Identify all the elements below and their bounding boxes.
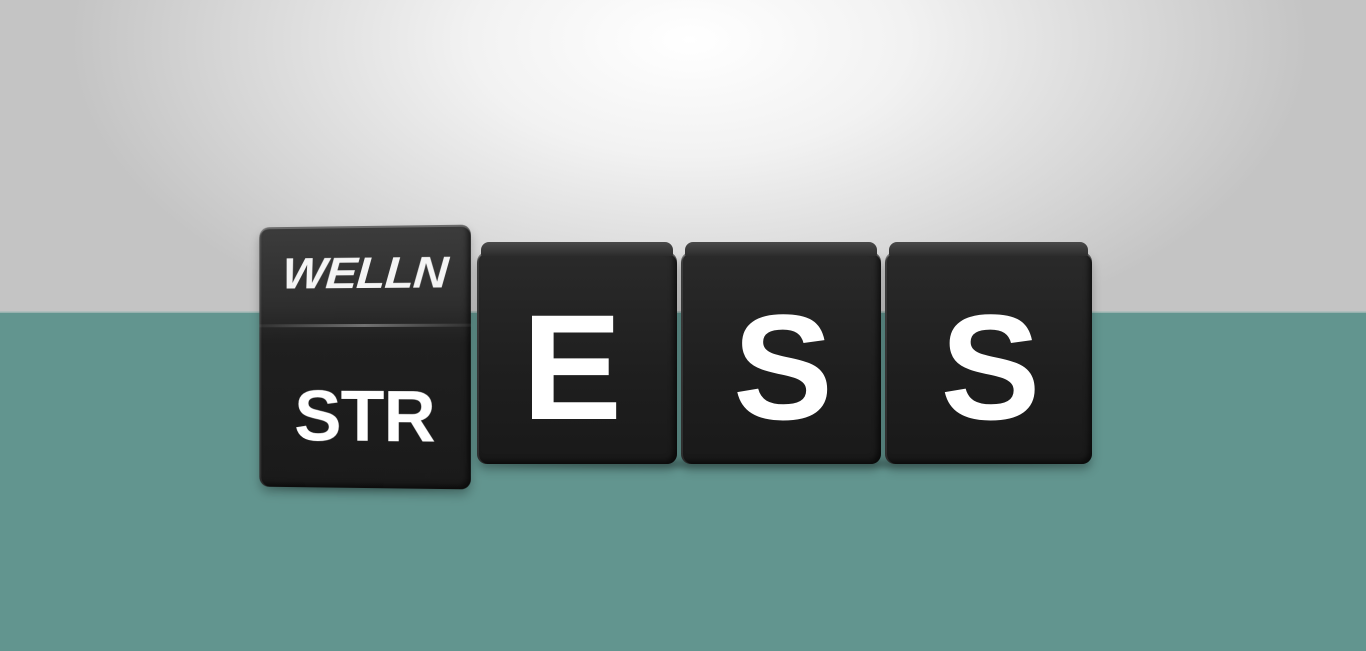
letter-cube-s: S bbox=[681, 242, 881, 464]
flip-cube-top-text: WELLN bbox=[280, 248, 450, 299]
cube-letter: S bbox=[940, 283, 1041, 451]
cube-letter: S bbox=[732, 283, 834, 451]
flip-cube-front-text: STR bbox=[294, 376, 435, 458]
flip-cube: WELLN STR bbox=[259, 224, 471, 490]
cube-top-face bbox=[685, 242, 877, 256]
scene: WELLN STR E S S bbox=[0, 0, 1366, 651]
cube-edge bbox=[259, 323, 471, 328]
cube-letter: E bbox=[521, 283, 623, 451]
letter-cube-e: E bbox=[477, 242, 677, 464]
cube-top-face bbox=[889, 242, 1088, 256]
letter-cube-s: S bbox=[885, 242, 1092, 464]
cube-top-face bbox=[481, 242, 673, 256]
